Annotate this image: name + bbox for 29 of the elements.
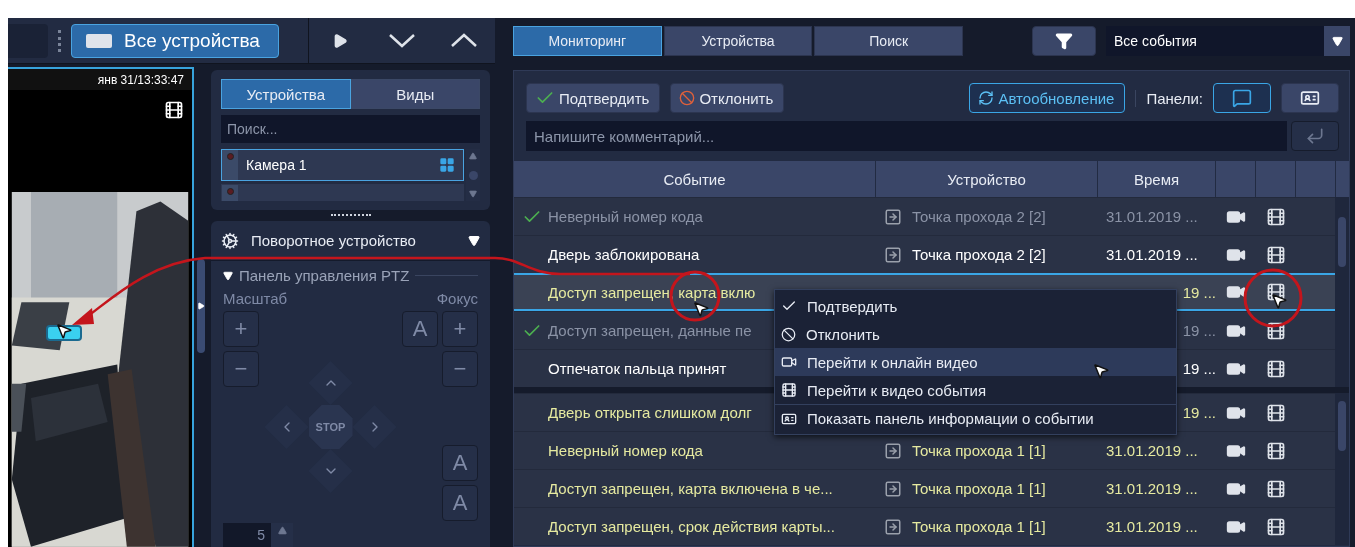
zoom-label: Масштаб <box>223 290 288 307</box>
panels-label: Панели: <box>1135 89 1203 107</box>
event-text: Дверь открыта слишком долг <box>548 404 752 421</box>
device-text: Точка прохода 1 [1] <box>912 442 1046 459</box>
time-text: 31.01.2019 ... <box>1106 246 1198 263</box>
device-text: Точка прохода 2 [2] <box>912 246 1046 263</box>
focus-label: Фокус <box>436 290 478 307</box>
event-text: Дверь заблокирована <box>548 246 700 263</box>
timestamp: янв 31/13:33:47 <box>97 73 184 87</box>
time-text: 19 ... <box>1182 360 1216 377</box>
device-text: Точка прохода 2 [2] <box>912 208 1046 225</box>
event-text: Неверный номер кода <box>548 208 703 225</box>
time-text: 31.01.2019 ... <box>1106 480 1198 497</box>
event-text: Отпечаток пальца принят <box>548 360 727 377</box>
time-text: 19 ... <box>1182 404 1216 421</box>
camera-name: Камера 1 <box>246 157 308 173</box>
time-text: 31.01.2019 ... <box>1106 518 1198 535</box>
event-text: Неверный номер кода <box>548 442 703 459</box>
time-text: 31.01.2019 ... <box>1106 442 1198 459</box>
time-text: 31.01.2019 ... <box>1106 208 1198 225</box>
device-text: Точка прохода 1 [1] <box>912 518 1046 535</box>
section-title: Поворотное устройство <box>251 232 417 249</box>
device-text: Точка прохода 1 [1] <box>912 480 1046 497</box>
time-text: 19 ... <box>1182 322 1216 339</box>
event-text: Доступ запрещен, карта включена в че... <box>548 480 833 497</box>
event-text: Доступ запрещен, данные пе <box>548 322 752 339</box>
time-text: 19 ... <box>1182 283 1216 301</box>
subsection-title: Панель управления PTZ <box>239 267 410 284</box>
event-text: Доступ запрещен, срок действия карты... <box>548 518 835 535</box>
